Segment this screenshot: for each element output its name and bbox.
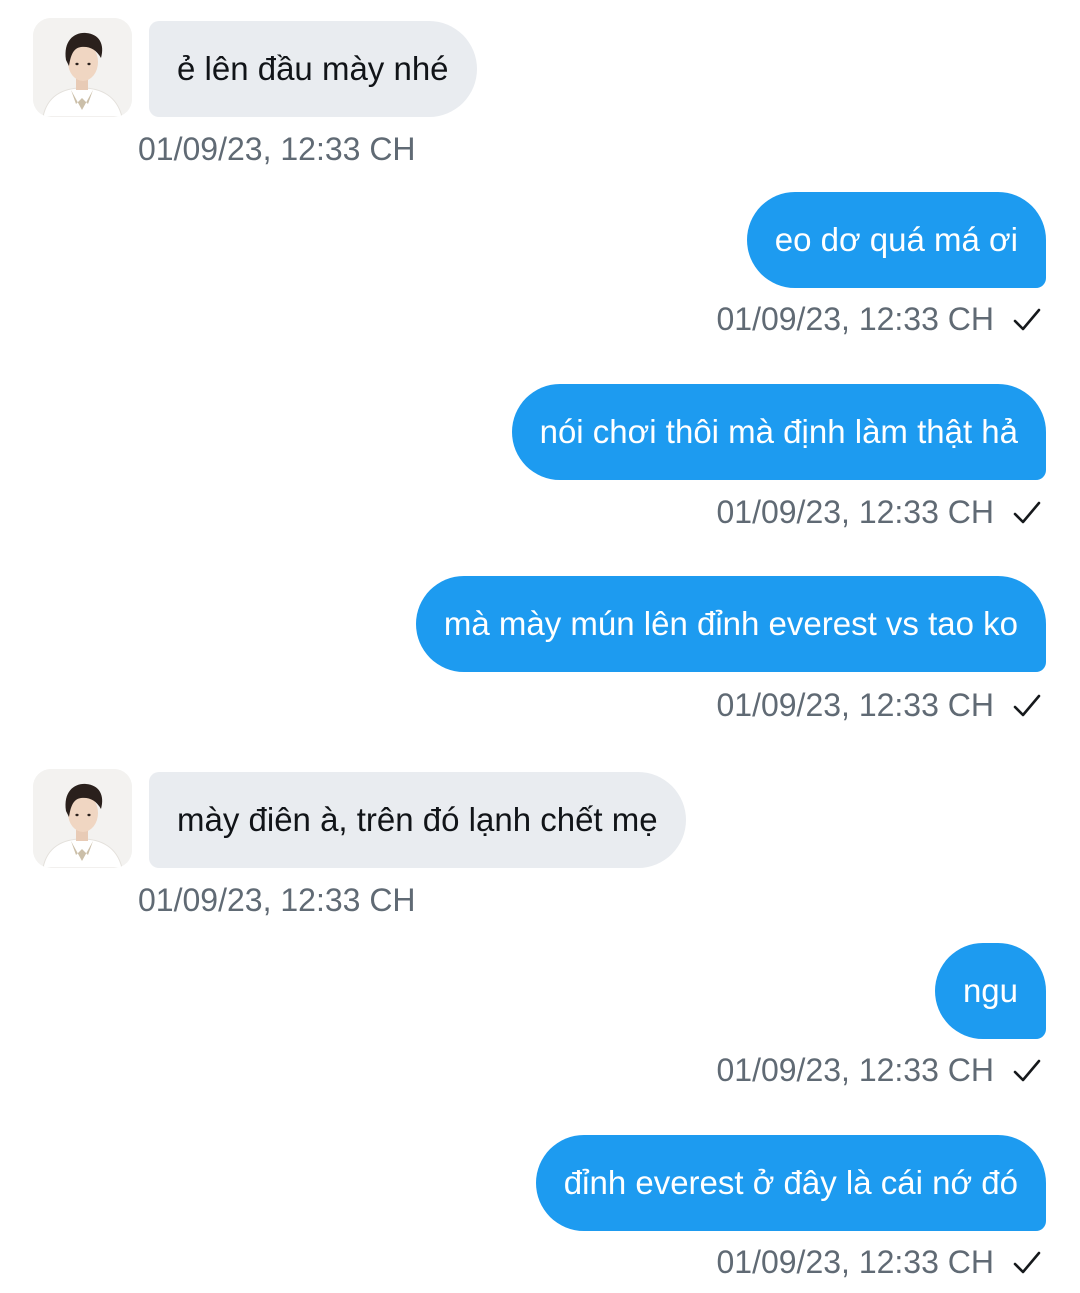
message-text: ngu (962, 972, 1018, 1009)
message-bubble[interactable]: mày điên à, trên đó lạnh chết mẹ (149, 772, 686, 868)
message-text: mà mày mún lên đỉnh everest vs tao ko (443, 605, 1018, 642)
message-timestamp: 01/09/23, 12:33 CH (716, 301, 994, 337)
message-timestamp: 01/09/23, 12:33 CH (716, 687, 994, 723)
message-bubble[interactable]: đỉnh everest ở đây là cái nớ đó (535, 1135, 1046, 1231)
message-text: ẻ lên đầu mày nhé (177, 50, 449, 87)
message-timestamp: 01/09/23, 12:33 CH (716, 1052, 994, 1088)
message-timestamp: 01/09/23, 12:33 CH (138, 131, 416, 167)
sent-check-icon (1013, 1059, 1041, 1082)
message-text: mày điên à, trên đó lạnh chết mẹ (177, 801, 658, 838)
sent-check-icon (1013, 308, 1041, 331)
sent-check-icon (1013, 501, 1041, 524)
message-bubble[interactable]: nói chơi thôi mà định làm thật hả (511, 384, 1046, 480)
user-avatar[interactable] (33, 769, 132, 868)
message-timestamp: 01/09/23, 12:33 CH (138, 882, 416, 918)
message-thread[interactable]: ẻ lên đầu mày nhé 01/09/23, 12:33 CH eo … (0, 0, 1080, 1293)
message-text: nói chơi thôi mà định làm thật hả (539, 413, 1018, 450)
message-timestamp: 01/09/23, 12:33 CH (716, 494, 994, 530)
message-text: eo dơ quá má ơi (774, 221, 1018, 258)
message-timestamp: 01/09/23, 12:33 CH (716, 1244, 994, 1280)
message-bubble[interactable]: mà mày mún lên đỉnh everest vs tao ko (415, 576, 1046, 672)
message-text: đỉnh everest ở đây là cái nớ đó (563, 1164, 1018, 1201)
message-bubble[interactable]: ẻ lên đầu mày nhé (149, 21, 477, 117)
message-bubble[interactable]: eo dơ quá má ơi (746, 192, 1046, 288)
user-avatar[interactable] (33, 18, 132, 117)
sent-check-icon (1013, 1251, 1041, 1274)
message-bubble[interactable]: ngu (934, 943, 1046, 1039)
sent-check-icon (1013, 694, 1041, 717)
